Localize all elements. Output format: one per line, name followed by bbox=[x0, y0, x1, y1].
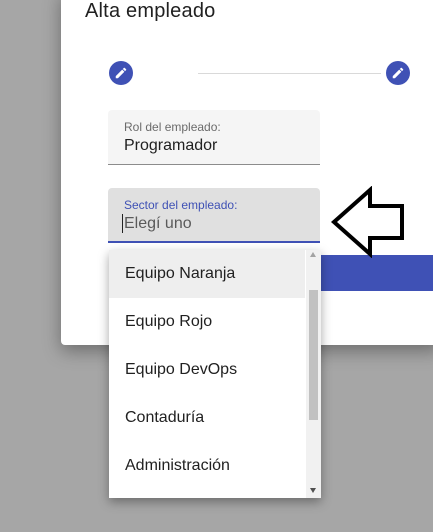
dropdown-option[interactable]: Equipo Rojo bbox=[109, 298, 305, 346]
left-arrow-icon bbox=[330, 185, 406, 263]
dropdown-option[interactable]: Equipo DevOps bbox=[109, 346, 305, 394]
dropdown-option[interactable]: Equipo Naranja bbox=[109, 250, 305, 298]
step-1-edit-icon[interactable] bbox=[109, 61, 133, 85]
role-field-value: Programador bbox=[124, 137, 218, 154]
sector-select[interactable]: Sector del empleado: Elegí uno bbox=[108, 188, 320, 243]
scroll-down-arrow-icon[interactable] bbox=[310, 488, 316, 493]
dropdown-option[interactable]: Administración bbox=[109, 442, 305, 490]
sector-select-placeholder: Elegí uno bbox=[124, 215, 192, 232]
dropdown-option[interactable]: Contaduría bbox=[109, 394, 305, 442]
text-caret bbox=[122, 214, 123, 233]
role-field-label: Rol del empleado: bbox=[124, 120, 221, 134]
stepper-line bbox=[198, 73, 381, 74]
sector-select-label: Sector del empleado: bbox=[124, 198, 238, 212]
step-2-edit-icon[interactable] bbox=[386, 61, 410, 85]
dropdown-scrollbar[interactable] bbox=[306, 250, 321, 498]
dialog-title: Alta empleado bbox=[85, 0, 216, 22]
scroll-thumb[interactable] bbox=[309, 290, 318, 420]
role-field[interactable]: Rol del empleado: Programador bbox=[108, 110, 320, 165]
scroll-up-arrow-icon[interactable] bbox=[310, 252, 316, 257]
sector-dropdown: Equipo Naranja Equipo Rojo Equipo DevOps… bbox=[109, 250, 321, 498]
